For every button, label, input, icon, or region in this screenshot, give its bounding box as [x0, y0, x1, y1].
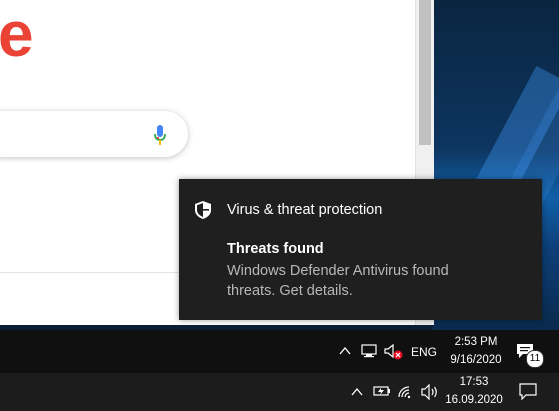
clock-time[interactable]: 2:53 PM — [451, 336, 501, 348]
volume-icon[interactable] — [421, 384, 439, 400]
search-logo: e — [0, 0, 34, 70]
notification-count-badge: 11 — [526, 350, 544, 368]
notification-app-name: Virus & threat protection — [227, 202, 383, 218]
scrollbar-thumb[interactable] — [419, 0, 431, 145]
notification-message: Windows Defender Antivirus found threats… — [227, 263, 449, 299]
chevron-up-icon[interactable] — [339, 347, 351, 355]
action-center-icon[interactable] — [519, 383, 537, 400]
language-indicator[interactable]: ENG — [411, 345, 437, 359]
taskbar-bottom: 17:53 16.09.2020 — [0, 373, 559, 411]
clock-date[interactable]: 16.09.2020 — [442, 394, 506, 406]
taskbar-top: ENG 2:53 PM 9/16/2020 11 — [0, 330, 559, 373]
battery-charging-icon[interactable] — [373, 385, 391, 397]
wifi-icon[interactable] — [397, 385, 413, 399]
shield-icon — [195, 201, 211, 219]
notification-title: Threats found — [227, 241, 324, 257]
network-icon[interactable] — [361, 344, 379, 358]
volume-muted-icon[interactable] — [384, 343, 404, 361]
clock-time[interactable]: 17:53 — [449, 376, 499, 388]
microphone-icon[interactable] — [153, 125, 167, 147]
clock-date[interactable]: 9/16/2020 — [446, 354, 506, 366]
chevron-up-icon[interactable] — [351, 388, 363, 396]
notification-toast[interactable]: Virus & threat protection Threats found … — [179, 179, 542, 320]
